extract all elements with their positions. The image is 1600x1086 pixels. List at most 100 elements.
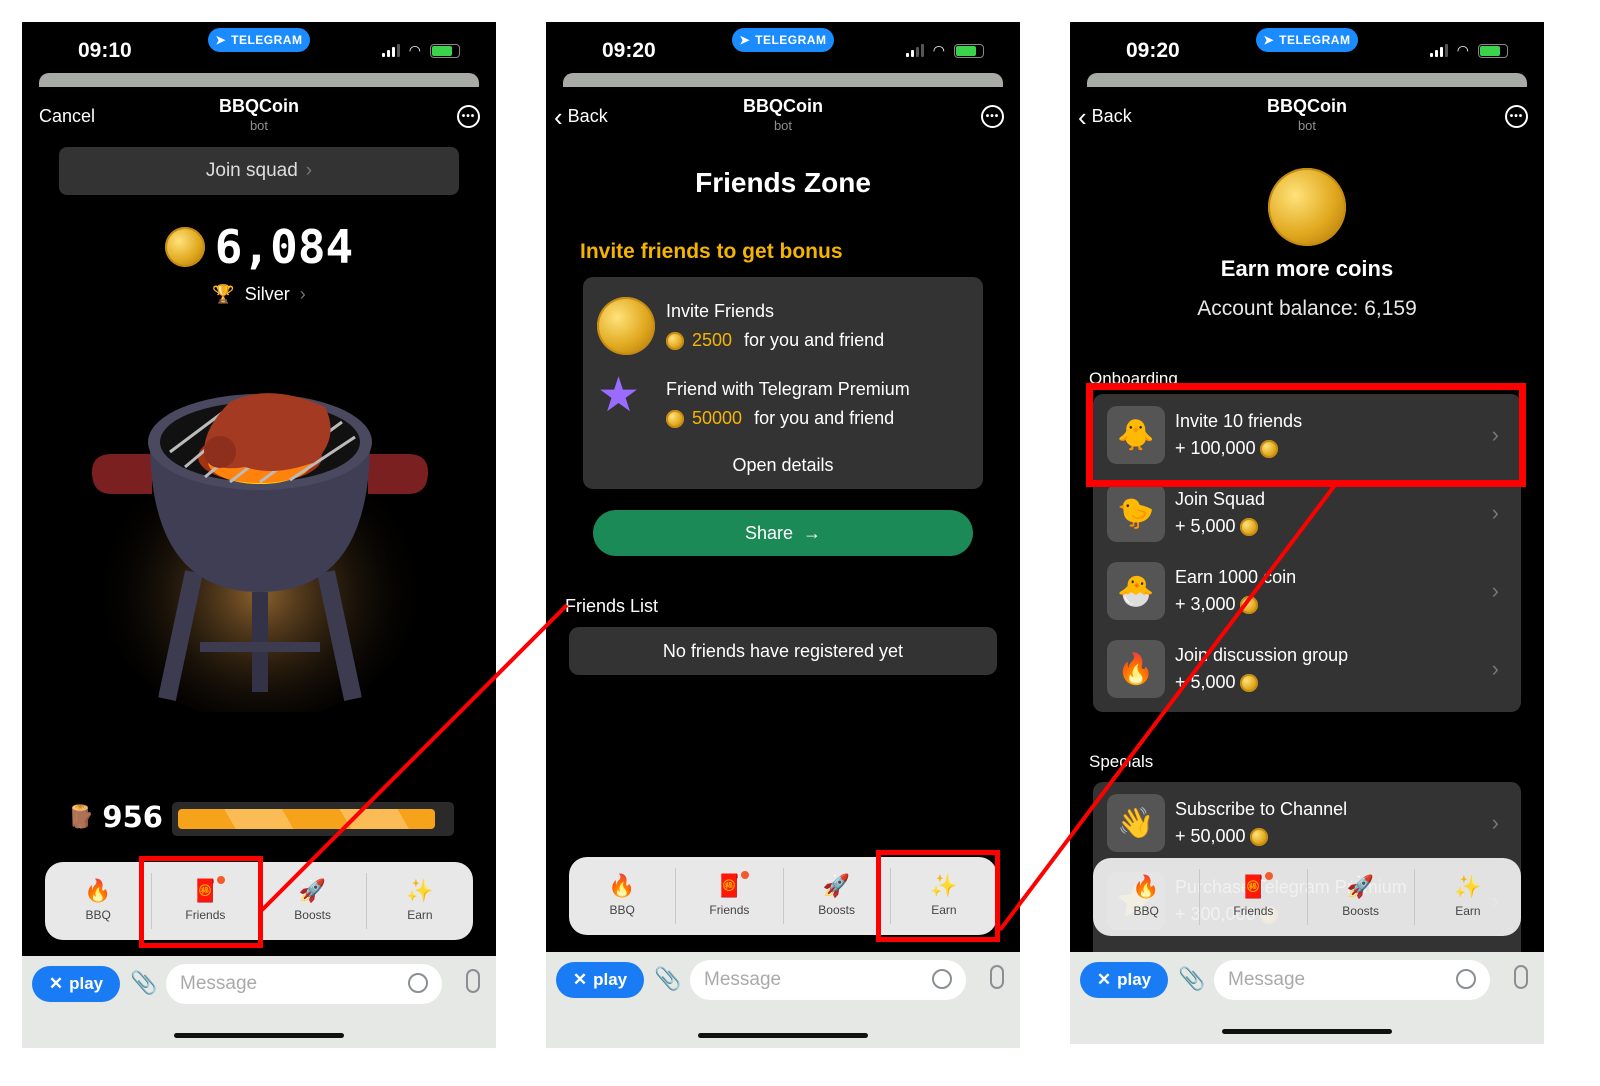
tab-boosts[interactable]: 🚀 Boosts <box>260 873 367 929</box>
telegram-pill[interactable]: ➤ TELEGRAM <box>208 28 310 52</box>
phone-screen-bbq: 09:10 ➤ TELEGRAM ◠ Cancel BBQCoin bot ••• … <box>22 22 496 1048</box>
tab-bbq[interactable]: 🔥 BBQ <box>45 873 153 929</box>
chevron-right-icon: › <box>1491 578 1499 603</box>
coin-icon <box>666 331 684 350</box>
coin-icon <box>1239 673 1258 692</box>
firewood-icon: 🪵 <box>67 804 95 829</box>
invite-title: Invite Friends <box>666 301 775 321</box>
sticker-icon[interactable] <box>1456 969 1476 989</box>
arrow-right-icon: → <box>803 522 822 543</box>
microphone-icon[interactable] <box>990 965 1004 989</box>
app-title: BBQCoin <box>219 96 299 116</box>
earn-task-row[interactable]: 🔥 Join discussion group + 5,000 › <box>1093 630 1521 708</box>
premium-title: Friend with Telegram Premium <box>666 379 910 399</box>
telegram-pill[interactable]: ➤ TELEGRAM <box>732 28 834 52</box>
message-input[interactable]: Message <box>690 960 966 1000</box>
phone-screen-friends: 09:20 ➤ TELEGRAM ◠ ‹ Back BBQCoin bot ••• F… <box>546 22 1020 1048</box>
rocket-icon: 🚀 <box>822 873 851 898</box>
task-icon: 🐣 <box>1107 562 1165 620</box>
close-play-button[interactable]: ✕ play <box>32 966 120 1002</box>
battery-icon <box>954 43 984 58</box>
earn-task-row[interactable]: 🐤 Join Squad + 5,000 › <box>1093 474 1521 552</box>
tab-bbq[interactable]: 🔥 BBQ <box>1093 869 1201 925</box>
attachment-icon[interactable]: 📎 <box>130 970 157 996</box>
tab-friends[interactable]: 🧧 Friends <box>152 873 260 929</box>
battery-icon <box>430 43 460 58</box>
tab-earn[interactable]: ✨ Earn <box>367 873 473 929</box>
nav-bar: Cancel BBQCoin bot ••• <box>22 87 496 147</box>
home-indicator <box>1222 1029 1392 1034</box>
task-reward: + 3,000 <box>1175 594 1236 614</box>
telegram-pill[interactable]: ➤ TELEGRAM <box>1256 28 1358 52</box>
home-indicator <box>174 1033 344 1038</box>
phone-screen-earn: 09:20 ➤ TELEGRAM ◠ ‹ Back BBQCoin bot ••• E… <box>1070 22 1544 1044</box>
tab-earn[interactable]: ✨ Earn <box>891 868 997 924</box>
task-reward: + 5,000 <box>1175 672 1236 692</box>
microphone-icon[interactable] <box>1514 965 1528 989</box>
tab-friends[interactable]: 🧧 Friends <box>676 868 784 924</box>
close-play-button[interactable]: ✕ play <box>556 962 644 998</box>
more-options-button[interactable]: ••• <box>1505 105 1528 128</box>
status-time: 09:20 <box>602 39 656 62</box>
grill-tap-target[interactable] <box>80 352 440 712</box>
chevron-right-icon: › <box>1491 500 1499 525</box>
task-icon: 🔥 <box>1107 640 1165 698</box>
microphone-icon[interactable] <box>466 969 480 993</box>
attachment-icon[interactable]: 📎 <box>654 966 681 992</box>
tab-friends[interactable]: 🧧 Friends <box>1200 869 1308 925</box>
balance: 6,084 <box>22 220 496 274</box>
task-icon: 🐤 <box>1107 484 1165 542</box>
chevron-right-icon: › <box>305 160 313 181</box>
coin-icon <box>1249 827 1268 846</box>
message-input[interactable]: Message <box>166 964 442 1004</box>
sparkles-icon: ✨ <box>1454 874 1482 899</box>
notification-dot <box>1265 872 1274 880</box>
tab-bbq[interactable]: 🔥 BBQ <box>569 868 677 924</box>
sheet-handle <box>1087 73 1527 87</box>
coin-icon <box>1239 517 1258 536</box>
earn-task-row[interactable]: 🐣 Earn 1000 coin + 3,000 › <box>1093 552 1521 630</box>
fire-icon: 🔥 <box>608 873 636 898</box>
trophy-icon: 🏆 <box>212 284 235 304</box>
more-options-button[interactable]: ••• <box>457 105 480 128</box>
tab-boosts[interactable]: 🚀 Boosts <box>1308 869 1415 925</box>
task-title: Join Squad <box>1175 489 1266 509</box>
tab-earn[interactable]: ✨ Earn <box>1415 869 1521 925</box>
message-input[interactable]: Message <box>1214 960 1490 1000</box>
share-button[interactable]: Share → <box>593 510 973 556</box>
premium-amount: 50000 <box>692 408 743 428</box>
tab-boosts[interactable]: 🚀 Boosts <box>784 868 891 924</box>
close-icon: ✕ <box>48 974 64 993</box>
close-play-button[interactable]: ✕ play <box>1080 962 1168 998</box>
sticker-icon[interactable] <box>408 973 428 993</box>
league-link[interactable]: 🏆 Silver › <box>22 284 496 305</box>
sticker-icon[interactable] <box>932 969 952 989</box>
bottom-tab-bar: 🔥 BBQ 🧧 Friends 🚀 Boosts ✨ Earn <box>1093 858 1521 936</box>
fire-icon: 🔥 <box>1132 874 1160 899</box>
attachment-icon[interactable]: 📎 <box>1178 966 1205 992</box>
message-input-bar: ✕ play 📎 Message <box>1070 952 1544 1044</box>
app-subtitle: bot <box>249 118 269 133</box>
status-time: 09:10 <box>78 39 132 62</box>
telegram-plane-icon: ➤ <box>215 33 227 47</box>
bottom-tab-bar: 🔥 BBQ 🧧 Friends 🚀 Boosts ✨ Earn <box>45 862 473 940</box>
close-icon: ✕ <box>1096 970 1112 989</box>
earn-task-row[interactable]: 🐥 Invite 10 friends + 100,000 › <box>1093 396 1521 474</box>
app-title: BBQCoin <box>1267 96 1347 116</box>
coin-icon <box>1239 595 1258 614</box>
signal-icon <box>905 43 924 57</box>
energy-bar-fill <box>178 809 435 829</box>
more-options-button[interactable]: ••• <box>981 105 1004 128</box>
chevron-right-icon: › <box>1491 422 1499 447</box>
balance-value: 6,084 <box>214 220 354 274</box>
signal-icon <box>1429 43 1448 57</box>
task-title: Invite 10 friends <box>1175 411 1303 431</box>
onboarding-heading: Onboarding <box>1089 369 1178 388</box>
account-balance: Account balance: 6,159 <box>1197 297 1417 320</box>
task-icon: 👋 <box>1107 794 1165 852</box>
earn-task-row[interactable]: 👋 Subscribe to Channel + 50,000 › <box>1093 784 1521 862</box>
open-details-link[interactable]: Open details <box>583 455 983 476</box>
signal-icon <box>381 43 400 57</box>
join-squad-button[interactable]: Join squad › <box>59 147 459 195</box>
energy-bar <box>172 802 454 836</box>
